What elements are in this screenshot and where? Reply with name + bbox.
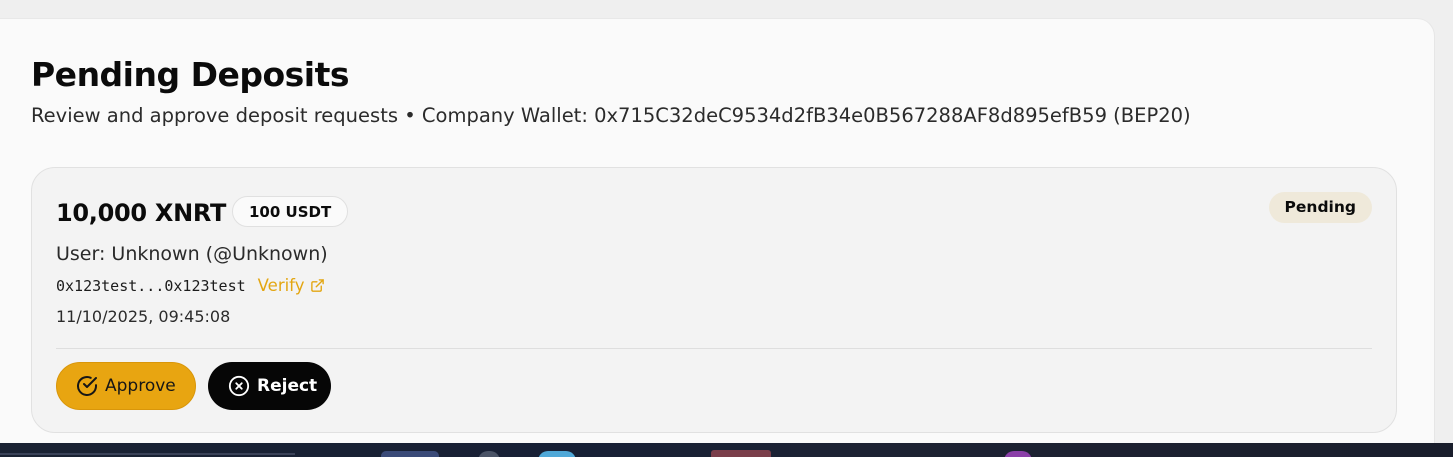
taskbar-app-icon[interactable] — [538, 451, 576, 457]
check-circle-icon — [77, 376, 97, 396]
approve-label: Approve — [105, 376, 176, 396]
deposit-timestamp: 11/10/2025, 09:45:08 — [56, 307, 231, 326]
usdt-amount-badge: 100 USDT — [232, 196, 349, 227]
page-subtitle: Review and approve deposit requests • Co… — [31, 104, 1191, 127]
taskbar-app-icon[interactable] — [711, 450, 771, 457]
main-panel: Pending Deposits Review and approve depo… — [0, 18, 1435, 448]
reject-button[interactable]: Reject — [208, 362, 331, 410]
verify-label: Verify — [257, 276, 305, 295]
verify-link[interactable]: Verify — [258, 276, 326, 295]
approve-button[interactable]: Approve — [56, 362, 196, 410]
page-title: Pending Deposits — [31, 55, 350, 94]
external-link-icon — [311, 279, 325, 292]
x-circle-icon — [228, 375, 250, 397]
taskbar-app-icon[interactable] — [381, 451, 439, 457]
deposit-amount: 10,000 XNRT — [56, 199, 227, 227]
status-badge: Pending — [1268, 192, 1372, 223]
transaction-hash: 0x123test...0x123test — [56, 276, 246, 295]
taskbar-app-icon[interactable] — [1004, 451, 1032, 457]
deposit-user: User: Unknown (@Unknown) — [56, 243, 328, 265]
transaction-line: 0x123test...0x123test Verify — [56, 276, 325, 295]
reject-label: Reject — [257, 376, 318, 396]
deposit-card: 10,000 XNRT 100 USDT Pending User: Unkno… — [31, 167, 1397, 433]
os-taskbar — [0, 443, 1453, 457]
card-divider — [56, 348, 1372, 349]
taskbar-app-icon[interactable] — [0, 453, 295, 455]
taskbar-app-icon[interactable] — [478, 451, 500, 457]
